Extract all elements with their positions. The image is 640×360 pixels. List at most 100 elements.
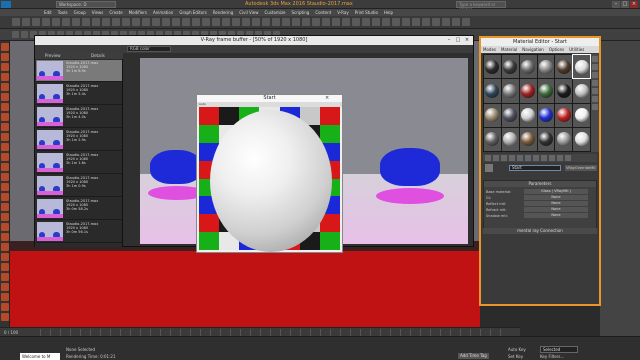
toolbar-tool-icon[interactable] xyxy=(152,18,160,26)
toolbar-tool-icon[interactable] xyxy=(92,18,100,26)
put-to-scene-icon[interactable] xyxy=(493,155,499,161)
menu-item[interactable]: Rendering xyxy=(213,10,233,15)
menu-item[interactable]: Print Studio xyxy=(355,10,378,15)
menu-item[interactable]: Graph Editors xyxy=(179,10,206,15)
toolbar-tool-icon[interactable] xyxy=(52,18,60,26)
material-slot[interactable] xyxy=(573,79,590,103)
go-forward-sibling-icon[interactable] xyxy=(565,155,571,161)
maximize-icon[interactable]: □ xyxy=(621,1,629,8)
toolbar-tool-icon[interactable] xyxy=(312,18,320,26)
toolbar-tool-icon[interactable] xyxy=(212,18,220,26)
material-id-icon[interactable] xyxy=(533,155,539,161)
command-icon[interactable] xyxy=(1,63,9,71)
vfb-channel-select[interactable]: RGB color xyxy=(127,46,171,52)
toolbar-tool-icon[interactable] xyxy=(32,18,40,26)
command-icon[interactable] xyxy=(1,143,9,151)
command-icon[interactable] xyxy=(1,123,9,131)
command-icon[interactable] xyxy=(1,303,9,311)
toolbar-tool-icon[interactable] xyxy=(432,18,440,26)
history-row[interactable]: Staudio-2017.max 1920 x 1080 3h 1m 1.6s xyxy=(36,152,122,174)
toolbar-tool-icon[interactable] xyxy=(302,18,310,26)
command-icon[interactable] xyxy=(1,83,9,91)
add-time-tag-button[interactable]: Add Time Tag xyxy=(458,353,489,359)
start-window-title[interactable]: Start xyxy=(197,95,342,102)
material-slot[interactable] xyxy=(501,79,519,103)
material-editor-menu-item[interactable]: Utilities xyxy=(569,47,584,52)
material-slot[interactable] xyxy=(537,127,555,151)
material-slot[interactable] xyxy=(555,103,573,127)
ribbon-tool-icon[interactable] xyxy=(12,31,19,38)
toolbar-tool-icon[interactable] xyxy=(72,18,80,26)
toolbar-tool-icon[interactable] xyxy=(202,18,210,26)
app-logo-icon[interactable] xyxy=(1,1,11,8)
toolbar-tool-icon[interactable] xyxy=(252,18,260,26)
close-icon[interactable]: × xyxy=(630,1,638,8)
vfb-minimize-icon[interactable]: – xyxy=(445,37,453,44)
vfb-close-icon[interactable]: × xyxy=(463,37,471,44)
key-filters-button[interactable]: Key Filters... xyxy=(540,354,564,359)
command-icon[interactable] xyxy=(1,273,9,281)
command-icon[interactable] xyxy=(1,53,9,61)
parameters-header[interactable]: Parameters xyxy=(484,181,596,187)
command-icon[interactable] xyxy=(1,163,9,171)
command-icon[interactable] xyxy=(1,263,9,271)
command-icon[interactable] xyxy=(1,213,9,221)
material-slot[interactable] xyxy=(573,127,590,151)
options-icon[interactable] xyxy=(592,104,598,110)
toolbar-tool-icon[interactable] xyxy=(372,18,380,26)
toolbar-tool-icon[interactable] xyxy=(82,18,90,26)
start-close-icon[interactable]: × xyxy=(325,95,329,101)
menu-item[interactable]: Create xyxy=(109,10,122,15)
toolbar-tool-icon[interactable] xyxy=(452,18,460,26)
pick-material-icon[interactable] xyxy=(485,164,493,172)
frame-counter[interactable]: 0 / 100 xyxy=(4,330,18,335)
toolbar-tool-icon[interactable] xyxy=(112,18,120,26)
history-row[interactable]: Staudio-2017.max 1920 x 1080 3h 1m 2.9s xyxy=(36,129,122,151)
toolbar-tool-icon[interactable] xyxy=(12,18,20,26)
toolbar-tool-icon[interactable] xyxy=(462,18,470,26)
material-slot[interactable] xyxy=(573,103,590,127)
assign-to-selection-icon[interactable] xyxy=(501,155,507,161)
command-icon[interactable] xyxy=(1,93,9,101)
material-slot[interactable] xyxy=(484,55,501,79)
get-material-icon[interactable] xyxy=(485,155,491,161)
backlight-icon[interactable] xyxy=(592,64,598,70)
material-slot[interactable] xyxy=(537,55,555,79)
search-input[interactable]: Type a keyword or phrase xyxy=(456,1,506,12)
toolbar-tool-icon[interactable] xyxy=(442,18,450,26)
material-slot[interactable] xyxy=(572,53,591,80)
material-slot[interactable] xyxy=(484,79,501,103)
history-row[interactable]: Staudio-2017.max 1920 x 1080 3h 1m 4.0s xyxy=(36,106,122,128)
material-slot[interactable] xyxy=(484,127,501,151)
menu-item[interactable]: Views xyxy=(92,10,104,15)
toolbar-tool-icon[interactable] xyxy=(182,18,190,26)
material-slot[interactable] xyxy=(519,79,537,103)
command-icon[interactable] xyxy=(1,313,9,321)
toolbar-tool-icon[interactable] xyxy=(42,18,50,26)
key-mode-select[interactable]: Selected xyxy=(540,346,578,353)
material-editor-menu-item[interactable]: Navigation xyxy=(522,47,544,52)
menu-item[interactable]: Group xyxy=(74,10,86,15)
uv-tiling-icon[interactable] xyxy=(592,80,598,86)
auto-checkbox[interactable]: Auto xyxy=(199,103,213,106)
param-map-button[interactable]: None xyxy=(524,195,588,200)
material-slot[interactable] xyxy=(519,127,537,151)
set-key-button[interactable]: Set Key xyxy=(508,354,523,359)
toolbar-tool-icon[interactable] xyxy=(232,18,240,26)
material-slot[interactable] xyxy=(484,103,501,127)
go-to-parent-icon[interactable] xyxy=(557,155,563,161)
toolbar-tool-icon[interactable] xyxy=(402,18,410,26)
material-slot[interactable] xyxy=(537,79,555,103)
maxscript-listener[interactable]: Welcome to M xyxy=(20,353,60,360)
command-icon[interactable] xyxy=(1,183,9,191)
mental-ray-rollout[interactable]: mental ray Connection xyxy=(483,228,597,234)
param-map-button[interactable]: None xyxy=(524,201,588,206)
timeline[interactable]: 0 / 100 xyxy=(0,327,520,336)
param-map-button[interactable]: Glass ( VRayMtl ) xyxy=(524,189,588,194)
command-icon[interactable] xyxy=(1,43,9,51)
toolbar-tool-icon[interactable] xyxy=(332,18,340,26)
vfb-maximize-icon[interactable]: □ xyxy=(454,37,462,44)
toolbar-tool-icon[interactable] xyxy=(132,18,140,26)
material-editor-title[interactable]: Material Editor - Start xyxy=(481,38,599,46)
history-row[interactable]: Staudio-2017.max 1920 x 1080 3h 0m 58.2s xyxy=(36,198,122,220)
